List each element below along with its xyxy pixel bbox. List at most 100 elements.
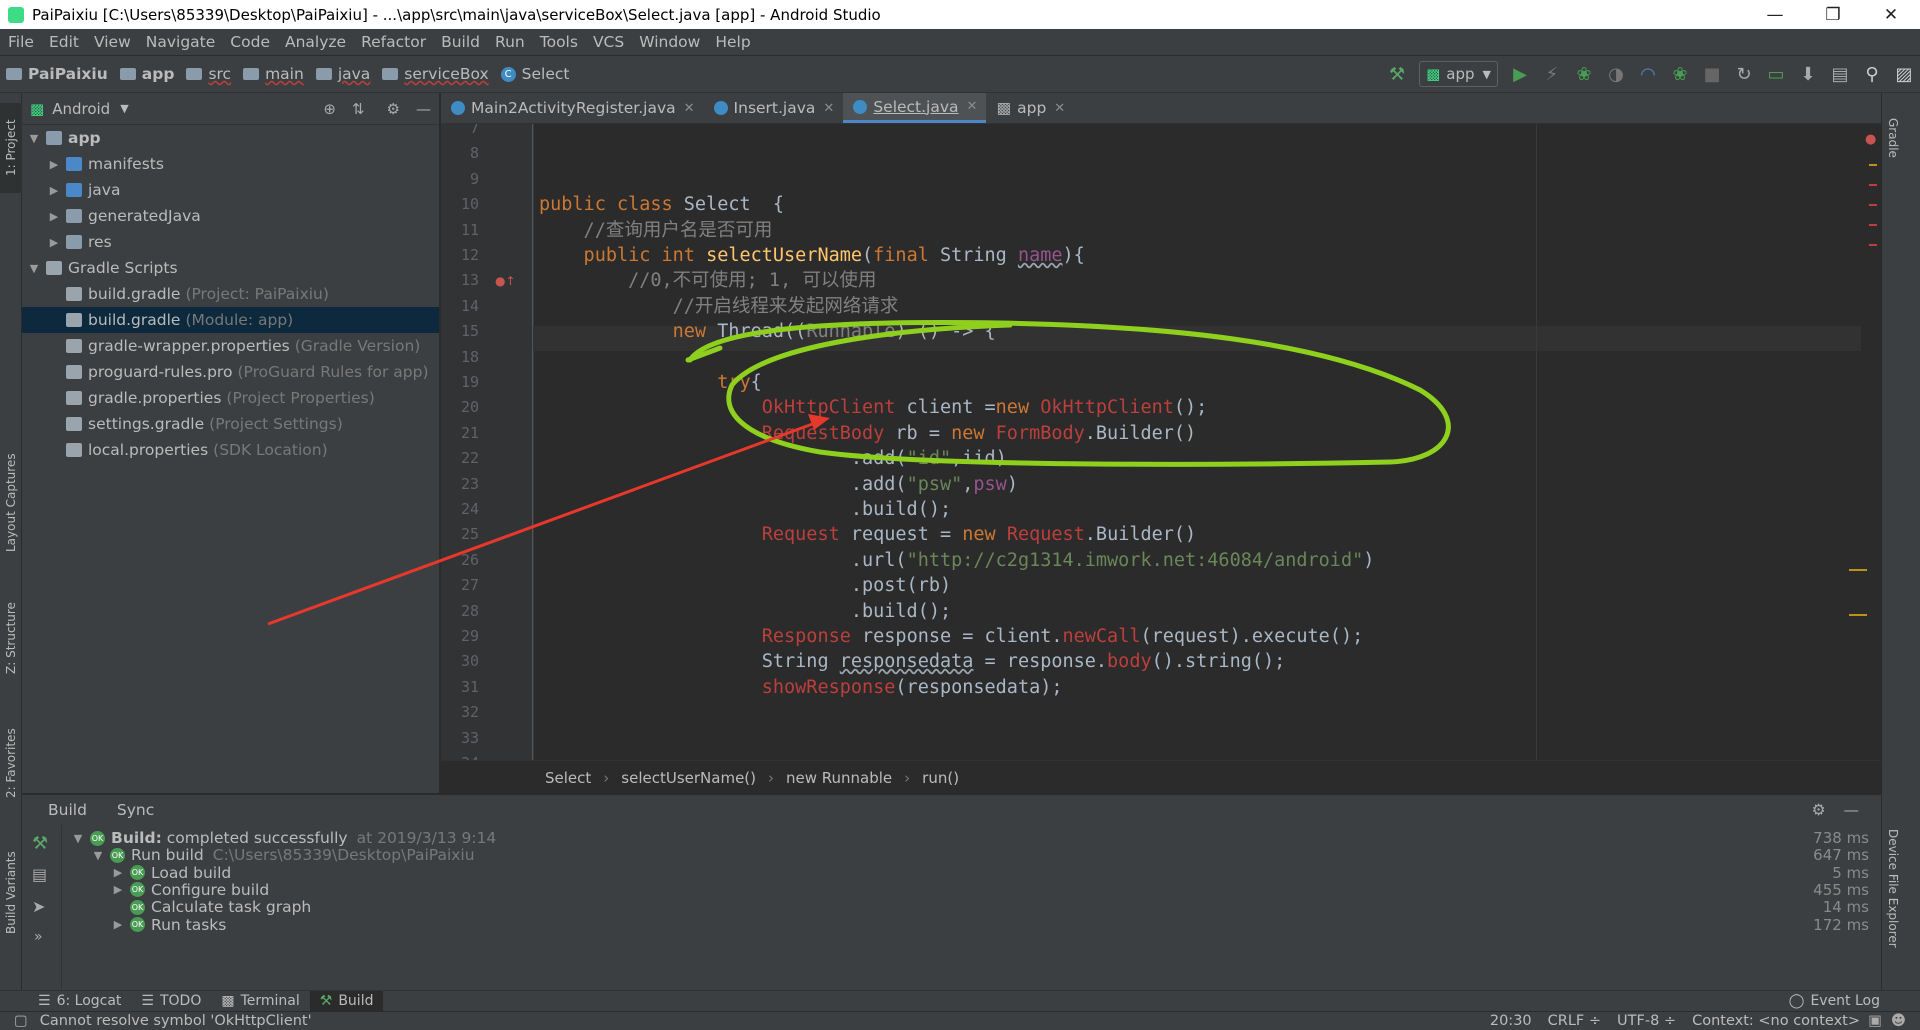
logcat-tab[interactable]: ☰ 6: Logcat: [28, 991, 131, 1012]
nav-crumb-app[interactable]: app: [114, 65, 181, 83]
hide-icon[interactable]: —: [416, 100, 431, 118]
sync-gradle-icon[interactable]: ↻: [1728, 60, 1760, 88]
tab-select[interactable]: Select.java ✕: [843, 93, 987, 123]
nav-crumb-java[interactable]: java: [310, 65, 376, 83]
tool-tab-favorites[interactable]: 2: Favorites: [0, 718, 22, 808]
expand-arrow-icon[interactable]: ▶: [46, 236, 62, 249]
gear-icon[interactable]: ⚙: [387, 100, 400, 118]
todo-tab[interactable]: ☰ TODO: [131, 991, 211, 1012]
sdk-manager-icon[interactable]: ⬇: [1792, 60, 1824, 88]
expand-arrow-icon[interactable]: ▶: [46, 158, 62, 171]
menu-window[interactable]: Window: [631, 33, 707, 51]
hide-icon[interactable]: —: [1844, 801, 1860, 819]
pin-icon[interactable]: ➤: [32, 897, 45, 916]
nav-crumb-servicebox[interactable]: serviceBox: [376, 65, 494, 83]
expand-arrow-icon[interactable]: ▼: [26, 262, 42, 275]
chevron-down-icon[interactable]: ▼: [120, 102, 128, 115]
lock-icon[interactable]: ▣: [1868, 1013, 1882, 1029]
menu-edit[interactable]: Edit: [41, 33, 86, 51]
menu-navigate[interactable]: Navigate: [138, 33, 223, 51]
breadcrumb-class[interactable]: Select: [545, 769, 591, 787]
tool-tab-device-file-explorer[interactable]: Device File Explorer: [1882, 808, 1904, 968]
tab-app-gradle[interactable]: ▩ app ✕: [986, 93, 1074, 123]
user-icon[interactable]: ▨: [1888, 60, 1920, 88]
attach-debugger-icon[interactable]: ❀: [1664, 60, 1696, 88]
tree-item[interactable]: gradle-wrapper.properties (Gradle Version…: [22, 333, 439, 359]
collapse-all-icon[interactable]: ⇅: [352, 100, 365, 118]
expand-arrow-icon[interactable]: ▼: [70, 832, 86, 845]
close-icon[interactable]: ✕: [823, 101, 834, 116]
coverage-icon[interactable]: ◑: [1600, 60, 1632, 88]
run-icon[interactable]: ▶: [1504, 60, 1536, 88]
tree-item[interactable]: local.properties (SDK Location): [22, 437, 439, 463]
more-icon[interactable]: »: [34, 929, 43, 945]
menu-vcs[interactable]: VCS: [585, 33, 631, 51]
nav-crumb-project[interactable]: PaiPaixiu: [0, 65, 114, 83]
tree-item[interactable]: ▶ manifests: [22, 151, 439, 177]
tool-tab-project[interactable]: 1: Project: [0, 103, 22, 193]
stop-icon[interactable]: ■: [1696, 60, 1728, 88]
tool-tab-gradle[interactable]: Gradle: [1882, 103, 1904, 173]
expand-arrow-icon[interactable]: ▶: [110, 866, 126, 879]
tree-item[interactable]: proguard-rules.pro (ProGuard Rules for ap…: [22, 359, 439, 385]
menu-build[interactable]: Build: [433, 33, 487, 51]
project-view-select[interactable]: Android: [52, 100, 110, 118]
expand-arrow-icon[interactable]: ▶: [110, 883, 126, 896]
breadcrumb-method[interactable]: selectUserName(): [621, 769, 756, 787]
close-button[interactable]: ✕: [1862, 5, 1920, 25]
gear-icon[interactable]: ⚙: [1812, 801, 1826, 819]
expand-arrow-icon[interactable]: ▶: [110, 918, 126, 931]
file-encoding[interactable]: UTF-8 ÷: [1617, 1013, 1676, 1029]
hammer-icon[interactable]: ⚒: [32, 833, 48, 854]
build-tree-row[interactable]: ▶ OK Run tasks: [70, 914, 227, 936]
menu-tools[interactable]: Tools: [532, 33, 585, 51]
tree-item[interactable]: gradle.properties (Project Properties): [22, 385, 439, 411]
tree-item[interactable]: settings.gradle (Project Settings): [22, 411, 439, 437]
tab-insert[interactable]: Insert.java ✕: [704, 93, 844, 123]
nav-crumb-main[interactable]: main: [237, 65, 310, 83]
sync-tab[interactable]: Sync: [117, 801, 154, 819]
expand-arrow-icon[interactable]: ▼: [90, 849, 106, 862]
make-project-icon[interactable]: ⚒: [1381, 60, 1413, 88]
project-structure-icon[interactable]: ▤: [1824, 60, 1856, 88]
nav-crumb-src[interactable]: src: [180, 65, 237, 83]
build-tab[interactable]: Build: [48, 801, 87, 819]
breadcrumb-run[interactable]: run(): [922, 769, 959, 787]
line-separator[interactable]: CRLF ÷: [1548, 1013, 1601, 1029]
menu-analyze[interactable]: Analyze: [277, 33, 353, 51]
tool-tab-structure[interactable]: Z: Structure: [0, 593, 22, 683]
run-config-select[interactable]: ▩ app ▼: [1419, 61, 1498, 87]
avd-manager-icon[interactable]: ▭: [1760, 60, 1792, 88]
inspector-icon[interactable]: ☻: [1891, 1013, 1906, 1029]
tool-tab-build-variants[interactable]: Build Variants: [0, 838, 22, 948]
menu-run[interactable]: Run: [487, 33, 532, 51]
build-bottom-tab[interactable]: ⚒ Build: [309, 990, 384, 1012]
expand-arrow-icon[interactable]: ▶: [46, 184, 62, 197]
profile-icon[interactable]: ◠: [1632, 60, 1664, 88]
menu-help[interactable]: Help: [707, 33, 757, 51]
menu-view[interactable]: View: [86, 33, 138, 51]
tree-item[interactable]: ▼ app: [22, 125, 439, 151]
close-icon[interactable]: ✕: [1054, 101, 1065, 116]
close-icon[interactable]: ✕: [967, 99, 978, 114]
status-icon[interactable]: ▢: [14, 1013, 28, 1029]
caret-position[interactable]: 20:30: [1490, 1013, 1532, 1029]
debug-icon[interactable]: ❀: [1568, 60, 1600, 88]
event-log-tab[interactable]: ◯ Event Log: [1779, 991, 1890, 1012]
menu-code[interactable]: Code: [222, 33, 277, 51]
terminal-tab[interactable]: ▩ Terminal: [211, 991, 309, 1012]
code-editor[interactable]: 7 8 9 10 11 12 13 14 15 18 19 20 21 22 23 24 25 26 27 28 29 3…: [441, 124, 1881, 760]
tree-item[interactable]: ▶ java: [22, 177, 439, 203]
nav-crumb-select[interactable]: C Select: [495, 65, 576, 83]
tree-item[interactable]: build.gradle (Project: PaiPaixiu): [22, 281, 439, 307]
minimize-button[interactable]: —: [1746, 5, 1804, 25]
tree-item[interactable]: ▶ res: [22, 229, 439, 255]
restore-button[interactable]: ❐: [1804, 5, 1862, 25]
error-indicator-icon[interactable]: ●: [1865, 132, 1876, 147]
tool-tab-layout-captures[interactable]: Layout Captures: [0, 443, 22, 563]
toggle-view-icon[interactable]: ▤: [32, 865, 47, 884]
context-indicator[interactable]: Context: <no context>: [1692, 1013, 1860, 1029]
menu-file[interactable]: File: [0, 33, 41, 51]
expand-arrow-icon[interactable]: ▼: [26, 132, 42, 145]
override-marker-icon[interactable]: ●↑: [495, 274, 516, 288]
